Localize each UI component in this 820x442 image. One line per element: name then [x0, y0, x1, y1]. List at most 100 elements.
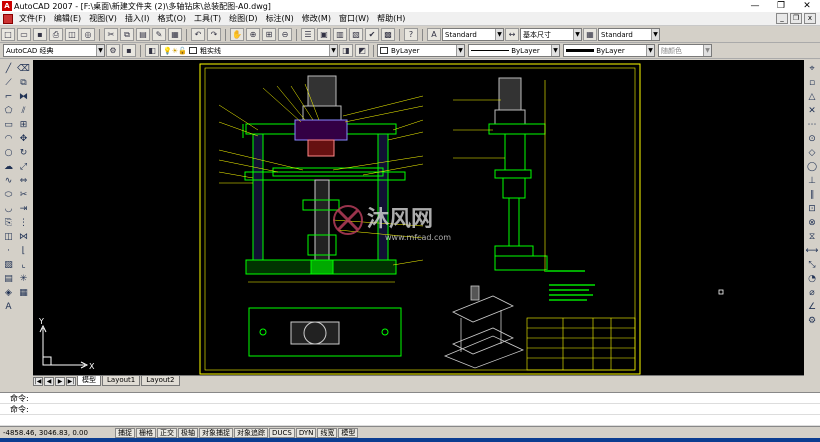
copy-object-icon[interactable]: ⧉: [17, 76, 30, 89]
paste-icon[interactable]: ▤: [136, 28, 150, 41]
snap-perpendicular-icon[interactable]: ⊥: [806, 174, 819, 187]
table-icon[interactable]: ▦: [17, 286, 30, 299]
menu-modify[interactable]: 修改(M): [298, 13, 335, 24]
mtext-icon[interactable]: A: [2, 300, 15, 313]
snap-intersection-icon[interactable]: ✕: [806, 104, 819, 117]
help-icon[interactable]: ?: [404, 28, 418, 41]
sheet-set-icon[interactable]: ▧: [349, 28, 363, 41]
polygon-icon[interactable]: ⬠: [2, 104, 15, 117]
zoom-previous-icon[interactable]: ⊖: [278, 28, 292, 41]
close-button[interactable]: ✕: [794, 0, 820, 12]
object-snap-icon[interactable]: ⌖: [806, 62, 819, 75]
snap-insert-icon[interactable]: ⊡: [806, 202, 819, 215]
construction-line-icon[interactable]: ⟋: [2, 76, 15, 89]
snap-toggle[interactable]: 捕捉: [115, 427, 135, 438]
text-style-select[interactable]: Standard ▼: [442, 28, 504, 41]
new-file-icon[interactable]: □: [1, 28, 15, 41]
move-icon[interactable]: ✥: [17, 132, 30, 145]
line-icon[interactable]: ╱: [2, 62, 15, 75]
pan-icon[interactable]: ✋: [230, 28, 244, 41]
snap-midpoint-icon[interactable]: △: [806, 90, 819, 103]
command-prompt[interactable]: 命令:: [0, 404, 820, 415]
snap-nearest-icon[interactable]: ⧖: [806, 230, 819, 243]
mirror-icon[interactable]: ⧓: [17, 90, 30, 103]
save-workspace-icon[interactable]: ▪: [122, 44, 136, 57]
tab-next-button[interactable]: ▶: [55, 376, 65, 386]
snap-center-icon[interactable]: ⊙: [806, 132, 819, 145]
revcloud-icon[interactable]: ☁: [2, 160, 15, 173]
insert-block-icon[interactable]: ⎘: [2, 216, 15, 229]
lineweight-select[interactable]: ByLayer ▼: [563, 44, 655, 57]
chamfer-icon[interactable]: ⌊: [17, 244, 30, 257]
doc-close-button[interactable]: x: [804, 13, 816, 24]
dim-style-select[interactable]: 基本尺寸 ▼: [520, 28, 582, 41]
properties-icon[interactable]: ☰: [301, 28, 315, 41]
snap-parallel-icon[interactable]: ∥: [806, 188, 819, 201]
snap-quadrant-icon[interactable]: ◇: [806, 146, 819, 159]
dim-radius-icon[interactable]: ◔: [806, 272, 819, 285]
command-input[interactable]: [0, 415, 820, 426]
zoom-realtime-icon[interactable]: ⊕: [246, 28, 260, 41]
rectangle-icon[interactable]: ▭: [2, 118, 15, 131]
extend-icon[interactable]: ⇥: [17, 202, 30, 215]
doc-restore-button[interactable]: ❐: [790, 13, 802, 24]
tab-layout2[interactable]: Layout2: [141, 376, 180, 386]
minimize-button[interactable]: —: [742, 0, 768, 12]
ducs-toggle[interactable]: DUCS: [269, 427, 295, 438]
command-window[interactable]: 命令: 命令:: [0, 392, 820, 426]
snap-endpoint-icon[interactable]: ▫: [806, 76, 819, 89]
model-toggle[interactable]: 模型: [338, 427, 359, 438]
print-icon[interactable]: ⎙: [49, 28, 63, 41]
block-editor-icon[interactable]: ▦: [168, 28, 182, 41]
menu-draw[interactable]: 绘图(D): [225, 13, 261, 24]
document-icon[interactable]: [3, 13, 13, 24]
calculator-icon[interactable]: ▩: [381, 28, 395, 41]
menu-dimension[interactable]: 标注(N): [262, 13, 298, 24]
join-icon[interactable]: ⋈: [17, 230, 30, 243]
open-file-icon[interactable]: ▭: [17, 28, 31, 41]
undo-icon[interactable]: ↶: [191, 28, 205, 41]
menu-tools[interactable]: 工具(T): [190, 13, 225, 24]
polyline-icon[interactable]: ⌐: [2, 90, 15, 103]
snap-extension-icon[interactable]: ⋯: [806, 118, 819, 131]
ortho-toggle[interactable]: 正交: [157, 427, 177, 438]
menu-insert[interactable]: 插入(I): [121, 13, 154, 24]
restore-button[interactable]: ❐: [768, 0, 794, 12]
linetype-select[interactable]: ByLayer ▼: [468, 44, 560, 57]
ellipse-arc-icon[interactable]: ◡: [2, 202, 15, 215]
snap-tangent-icon[interactable]: ◯: [806, 160, 819, 173]
trim-icon[interactable]: ✂: [17, 188, 30, 201]
publish-icon[interactable]: ◎: [81, 28, 95, 41]
make-block-icon[interactable]: ◫: [2, 230, 15, 243]
hatch-icon[interactable]: ▨: [2, 258, 15, 271]
dim-angular-icon[interactable]: ∠: [806, 300, 819, 313]
snap-settings-icon[interactable]: ⚙: [806, 314, 819, 327]
plot-style-select[interactable]: 随颜色 ▼: [658, 44, 712, 57]
dyn-toggle[interactable]: DYN: [295, 427, 317, 438]
otrack-toggle[interactable]: 对象追踪: [234, 427, 268, 438]
tab-last-button[interactable]: ▶|: [66, 376, 76, 386]
arc-icon[interactable]: ◠: [2, 132, 15, 145]
region-icon[interactable]: ◈: [2, 286, 15, 299]
ellipse-icon[interactable]: ⬭: [2, 188, 15, 201]
polar-toggle[interactable]: 极轴: [178, 427, 198, 438]
scale-icon[interactable]: ⤢: [17, 160, 30, 173]
tool-palettes-icon[interactable]: ▥: [333, 28, 347, 41]
tab-prev-button[interactable]: ◀: [44, 376, 54, 386]
tab-first-button[interactable]: |◀: [33, 376, 43, 386]
drawing-canvas[interactable]: Y X 沐风网 www.mfcad.com: [33, 60, 804, 375]
workspace-settings-icon[interactable]: ⚙: [106, 44, 120, 57]
menu-file[interactable]: 文件(F): [15, 13, 50, 24]
tab-model[interactable]: 模型: [77, 376, 101, 386]
explode-icon[interactable]: ✳: [17, 272, 30, 285]
snap-node-icon[interactable]: ⊗: [806, 216, 819, 229]
dim-diameter-icon[interactable]: ⌀: [806, 286, 819, 299]
gradient-icon[interactable]: ▤: [2, 272, 15, 285]
break-icon[interactable]: ⋮: [17, 216, 30, 229]
offset-icon[interactable]: ⫽: [17, 104, 30, 117]
dim-aligned-icon[interactable]: ⤡: [806, 258, 819, 271]
design-center-icon[interactable]: ▣: [317, 28, 331, 41]
redo-icon[interactable]: ↷: [207, 28, 221, 41]
rotate-icon[interactable]: ↻: [17, 146, 30, 159]
point-icon[interactable]: ·: [2, 244, 15, 257]
